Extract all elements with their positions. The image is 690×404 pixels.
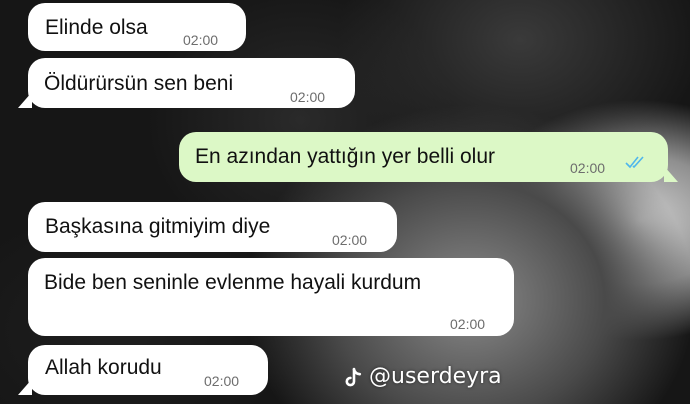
watermark-handle: @userdeyra [369,364,502,389]
message-bubble-incoming[interactable]: Elinde olsa 02:00 [28,3,246,51]
message-bubble-incoming[interactable]: Bide ben seninle evlenme hayali kurdum 0… [28,258,514,336]
message-timestamp: 02:00 [204,373,240,389]
message-timestamp: 02:00 [450,316,486,332]
message-bubble-incoming[interactable]: Öldürürsün sen beni 02:00 [28,58,355,108]
tiktok-icon [345,367,362,387]
message-bubble-incoming[interactable]: Allah korudu 02:00 [28,345,268,395]
message-text: Bide ben seninle evlenme hayali kurdum [44,271,422,294]
message-timestamp: 02:00 [183,32,219,48]
tiktok-watermark: @userdeyra [345,364,502,389]
read-double-check-icon [625,156,644,169]
message-text: En azından yattığın yer belli olur [195,145,496,168]
bubble-tail [18,92,32,108]
message-bubble-incoming[interactable]: Başkasına gitmiyim diye 02:00 [28,202,397,252]
bubble-tail [664,166,678,182]
message-bubble-outgoing[interactable]: En azından yattığın yer belli olur 02:00 [179,132,668,182]
message-text: Başkasına gitmiyim diye [45,215,271,238]
message-text: Öldürürsün sen beni [44,72,234,95]
message-text: Elinde olsa [45,16,148,39]
message-timestamp: 02:00 [570,160,606,176]
message-text: Allah korudu [45,356,162,379]
bubble-tail [18,379,32,395]
message-timestamp: 02:00 [290,89,326,105]
message-timestamp: 02:00 [332,232,368,248]
